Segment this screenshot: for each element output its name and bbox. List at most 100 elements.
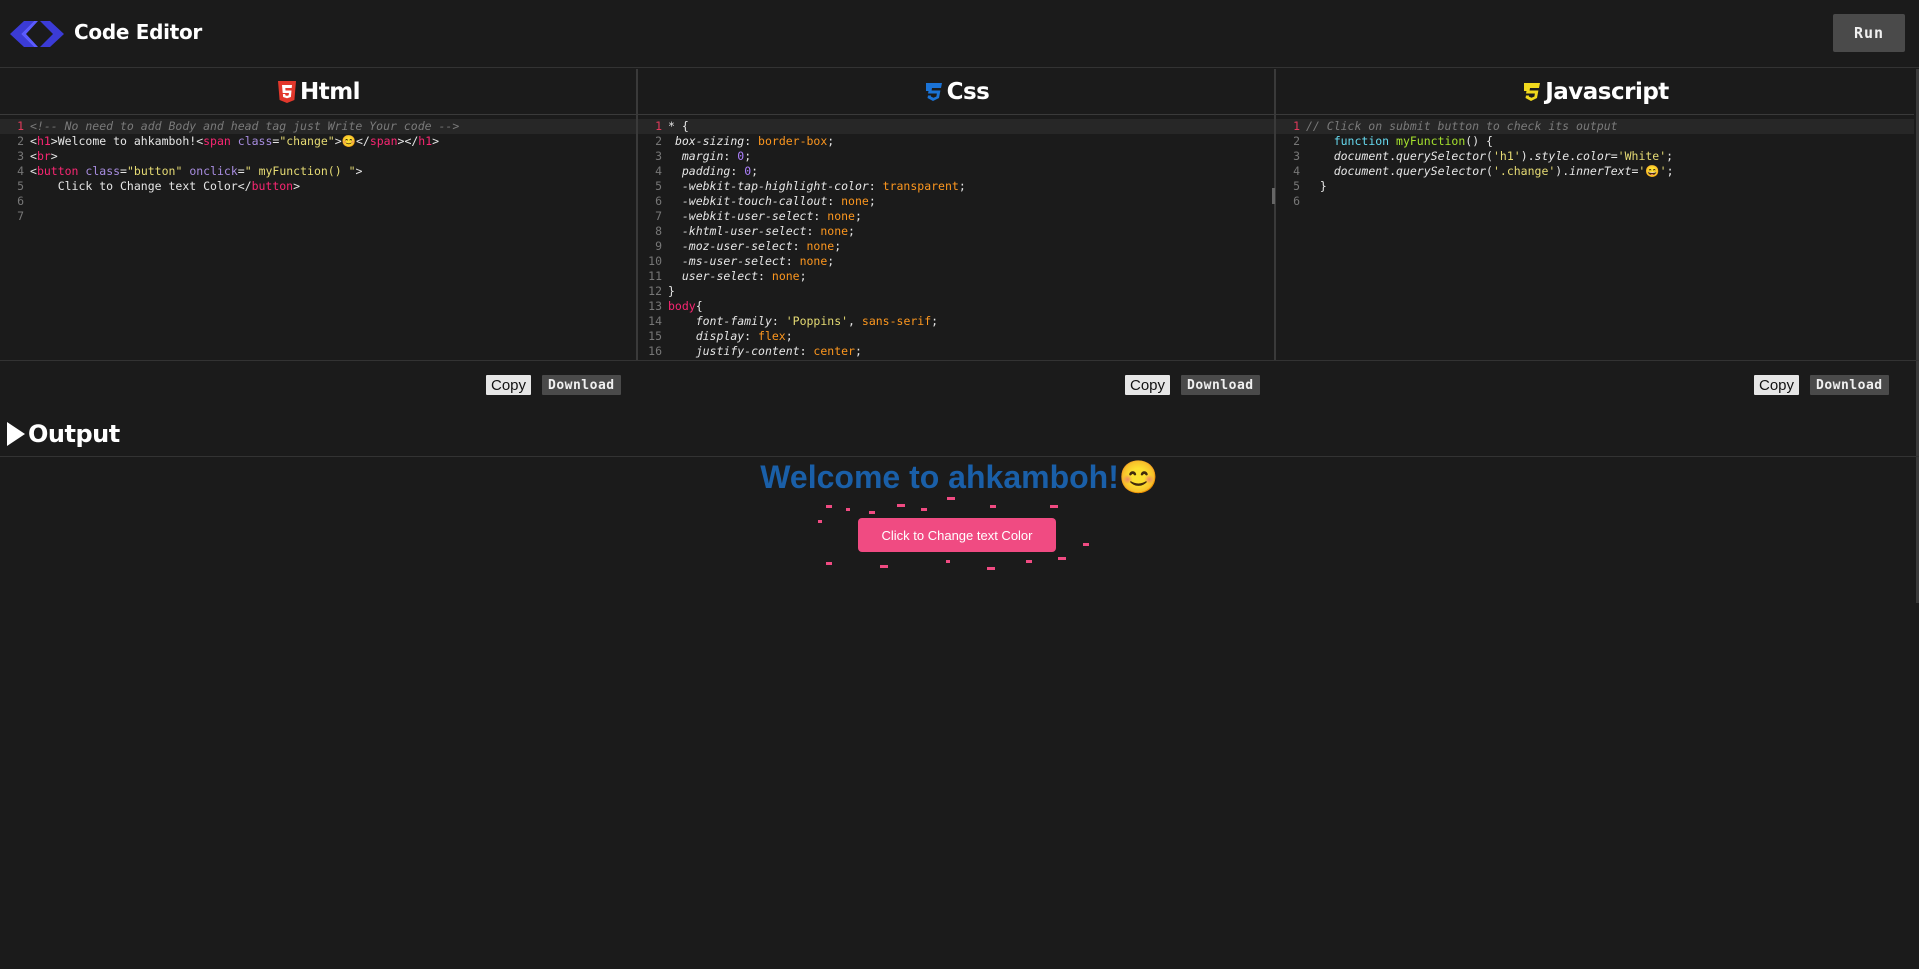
confetti-piece [921,508,927,511]
javascript-panel: Javascript 1 // Click on submit button to… [1276,69,1914,360]
css3-icon [925,82,942,101]
app-title: Code Editor [74,20,202,44]
confetti-piece [897,504,905,507]
panel-header: Javascript [1276,69,1914,115]
confetti-piece [947,497,955,500]
line-number: 4 [1293,164,1300,178]
confetti-piece [846,508,850,511]
html-copy-button[interactable]: Copy [486,375,532,395]
panel-header: Html [0,69,636,115]
html-panel: Html 1 <!-- No need to add Body and head … [0,69,638,360]
line-number: 14 [648,314,662,328]
confetti-piece [826,562,832,565]
line-number: 4 [655,164,662,178]
code-line: 4 <button class="button" onclick=" myFunc… [0,164,636,179]
play-icon [7,422,25,446]
line-number: 5 [1293,179,1300,193]
code-line: 10 -ms-user-select: none; [638,254,1274,269]
line-number: 2 [1293,134,1300,148]
code-line: 7 [0,209,636,224]
output-title: Output [28,420,120,448]
panel-title: Html [299,78,361,105]
code-text: box-sizing: border-box; [674,134,835,148]
confetti-piece [869,511,875,514]
confetti-piece [1026,560,1032,563]
code-text: -khtml-user-select: none; [681,224,855,238]
code-text: user-select: none; [681,269,807,283]
action-row: Copy Download Copy Download Copy Downloa… [0,360,1919,416]
css-copy-button[interactable]: Copy [1125,375,1171,395]
line-number: 2 [17,134,24,148]
code-line: 6 [0,194,636,209]
code-line: 1 <!-- No need to add Body and head tag j… [0,119,636,134]
code-line: 6 [1276,194,1914,209]
code-text: <br> [30,149,58,163]
panel-title: Css [946,78,990,105]
code-text: <h1>Welcome to ahkamboh!<span class="cha… [30,134,440,148]
code-line: 3 document.querySelector('h1').style.col… [1276,149,1914,164]
code-text: // Click on submit button to check its o… [1306,119,1618,133]
confetti-piece [826,505,832,508]
line-number: 3 [1293,149,1300,163]
code-line: 12} [638,284,1274,299]
javascript-icon [1524,82,1541,101]
code-text: -moz-user-select: none; [681,239,842,253]
editor-panels: Html 1 <!-- No need to add Body and head … [0,69,1916,360]
confetti-piece [987,567,995,570]
code-editor[interactable]: 1 // Click on submit button to check its … [1276,119,1914,360]
output-header: Output [6,420,120,448]
code-text: padding: 0; [681,164,759,178]
javascript-copy-button[interactable]: Copy [1754,375,1800,395]
line-number: 1 [17,119,24,133]
code-text: -webkit-touch-callout: none; [681,194,876,208]
code-text: display: flex; [695,329,793,343]
code-text: -webkit-user-select: none; [681,209,862,223]
code-line: 15 display: flex; [638,329,1274,344]
code-line: 4 document.querySelector('.change').inne… [1276,164,1914,179]
confetti-piece [946,560,950,563]
html-download-button[interactable]: Download [542,375,621,395]
code-text: function myFunction() { [1333,134,1493,148]
line-number: 1 [655,119,662,133]
code-text: body{ [668,299,703,313]
code-line: 14 font-family: 'Poppins', sans-serif; [638,314,1274,329]
line-number: 15 [648,329,662,343]
code-line: 8 -khtml-user-select: none; [638,224,1274,239]
code-text: document.querySelector('.change').innerT… [1333,164,1674,178]
confetti-piece [990,505,996,508]
change-color-button[interactable]: Click to Change text Color [858,518,1056,552]
code-text: <!-- No need to add Body and head tag ju… [30,119,460,133]
code-line: 3 <br> [0,149,636,164]
css-download-button[interactable]: Download [1181,375,1260,395]
line-number: 6 [17,194,24,208]
confetti-piece [1083,543,1089,546]
javascript-download-button[interactable]: Download [1810,375,1889,395]
code-text: } [1306,179,1327,193]
confetti-piece [1050,505,1058,508]
code-text: } [668,284,675,298]
code-text: font-family: 'Poppins', sans-serif; [695,314,939,328]
code-editor[interactable]: 1 <!-- No need to add Body and head tag j… [0,119,636,360]
line-number: 11 [648,269,662,283]
code-brackets-logo-icon [10,21,64,47]
code-text: Click to Change text Color</button> [30,179,301,193]
panel-resize-handle[interactable] [1272,188,1275,204]
code-line: 1 // Click on submit button to check its … [1276,119,1914,134]
line-number: 3 [17,149,24,163]
line-number: 1 [1293,119,1300,133]
line-number: 16 [648,344,662,358]
line-number: 5 [17,179,24,193]
code-line: 9 -moz-user-select: none; [638,239,1274,254]
code-line: 2 box-sizing: border-box; [638,134,1274,149]
code-line: 2 function myFunction() { [1276,134,1914,149]
code-line: 13 body{ [638,299,1274,314]
line-number: 12 [648,284,662,298]
code-line: 6 -webkit-touch-callout: none; [638,194,1274,209]
code-text: document.querySelector('h1').style.color… [1333,149,1674,163]
output-heading: Welcome to ahkamboh!😊 [760,459,1159,495]
code-editor[interactable]: 1 * {2 box-sizing: border-box; 3 margin: 0… [638,119,1274,360]
run-button[interactable]: Run [1833,14,1905,52]
confetti-piece [818,520,822,523]
code-line: 5 -webkit-tap-highlight-color: transpare… [638,179,1274,194]
output-divider [0,456,1919,457]
